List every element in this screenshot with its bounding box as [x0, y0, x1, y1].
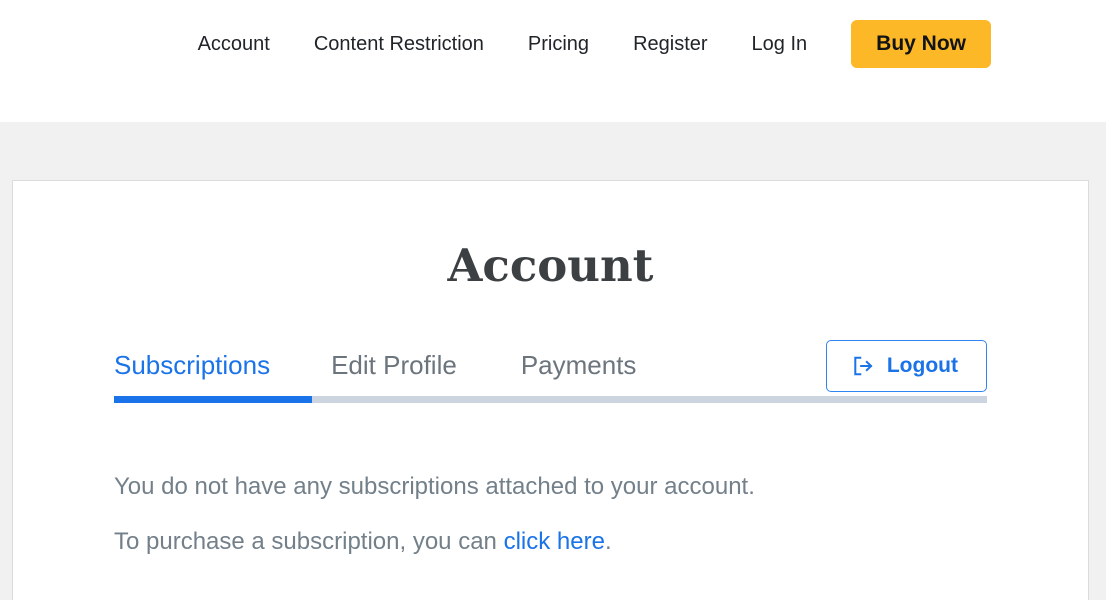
- logout-button[interactable]: Logout: [825, 339, 987, 392]
- nav-item-register[interactable]: Register: [633, 34, 707, 54]
- nav-item-content-restriction[interactable]: Content Restriction: [314, 34, 484, 54]
- tab-edit-profile[interactable]: Edit Profile: [331, 352, 457, 380]
- subscriptions-empty-state: You do not have any subscriptions attach…: [114, 471, 994, 557]
- purchase-prompt: To purchase a subscription, you can clic…: [114, 526, 994, 557]
- nav-item-account[interactable]: Account: [198, 34, 270, 54]
- tab-underline-track: [114, 396, 987, 403]
- tabs-row: Subscriptions Edit Profile Payments Logo…: [114, 336, 987, 396]
- purchase-prompt-prefix: To purchase a subscription, you can: [114, 528, 504, 556]
- buy-now-button[interactable]: Buy Now: [851, 20, 991, 68]
- nav-item-pricing[interactable]: Pricing: [528, 34, 589, 54]
- site-header: Account Content Restriction Pricing Regi…: [0, 0, 1106, 122]
- purchase-prompt-suffix: .: [604, 528, 612, 556]
- page-background-strip: [0, 122, 1106, 180]
- page-title: Account: [447, 239, 654, 292]
- click-here-link[interactable]: click here: [504, 528, 605, 555]
- empty-state-message: You do not have any subscriptions attach…: [114, 473, 755, 500]
- logout-button-label: Logout: [886, 354, 958, 377]
- account-tabs: Subscriptions Edit Profile Payments Logo…: [114, 336, 987, 403]
- account-card: Account Subscriptions Edit Profile Payme…: [12, 180, 1089, 600]
- nav-item-log-in[interactable]: Log In: [752, 34, 808, 54]
- tab-subscriptions[interactable]: Subscriptions: [114, 352, 270, 380]
- sign-out-icon: [852, 355, 874, 377]
- tab-underline-active: [114, 396, 312, 403]
- main-navigation: Account Content Restriction Pricing Regi…: [0, 0, 1106, 88]
- tab-payments[interactable]: Payments: [521, 352, 637, 380]
